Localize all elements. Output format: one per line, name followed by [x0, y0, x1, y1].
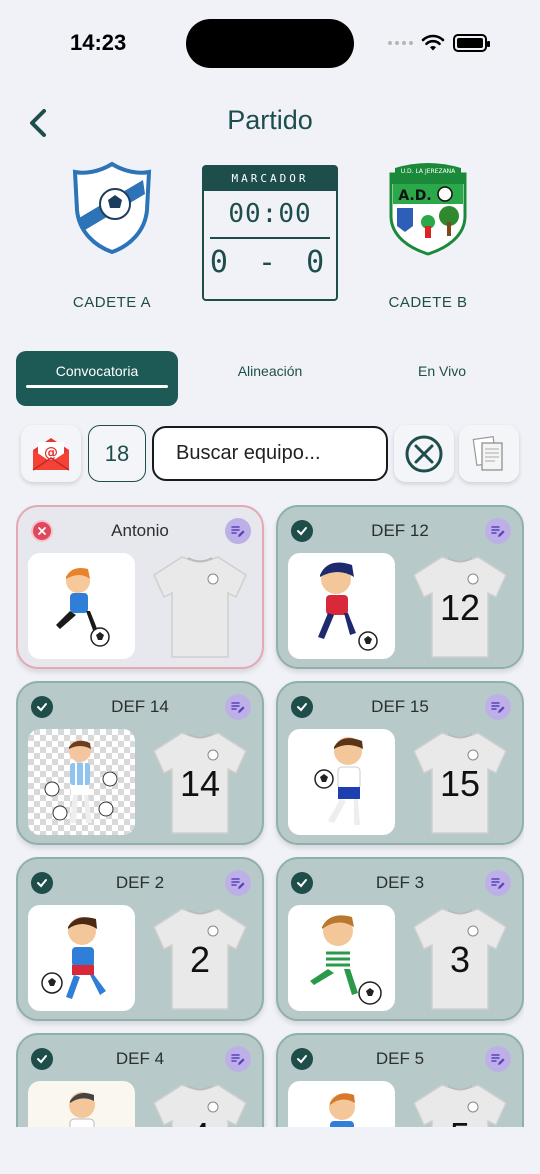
edit-player-button[interactable]	[225, 870, 251, 896]
away-crest-icon: U.D. LA JEREZANA A.D.	[389, 163, 467, 256]
battery-icon	[453, 34, 490, 52]
edit-player-button[interactable]	[485, 694, 511, 720]
search-input[interactable]	[152, 426, 388, 481]
edit-note-icon	[491, 1054, 505, 1065]
edit-note-icon	[491, 878, 505, 889]
player-avatar	[28, 553, 135, 659]
player-grid: Antonio DEF 12 12 DEF 14 14 DEF 15 15 DE…	[16, 505, 524, 1127]
match-score: 0 - 0	[209, 245, 331, 280]
scoreboard: MARCADOR 00:00 0 - 0	[202, 165, 338, 301]
player-avatar	[28, 905, 135, 1011]
copy-list-button[interactable]	[459, 425, 519, 482]
edit-note-icon	[231, 702, 245, 713]
player-card[interactable]: DEF 14 14	[16, 681, 264, 845]
send-email-button[interactable]: @	[21, 425, 81, 482]
player-illustration-icon	[56, 568, 110, 647]
player-card[interactable]: DEF 5 5	[276, 1033, 524, 1127]
jersey-number: 2	[189, 939, 211, 980]
jersey-number: 5	[412, 1115, 508, 1127]
player-illustration-icon	[44, 740, 118, 823]
away-crest-letters: A.D.	[398, 188, 431, 204]
tab-label: Alineación	[237, 362, 303, 379]
signal-icon	[388, 41, 413, 45]
player-illustration-icon	[329, 1093, 355, 1127]
match-summary: CADETE A MARCADOR 00:00 0 - 0 U.D. LA JE…	[0, 160, 540, 320]
email-icon: @	[32, 437, 70, 471]
edit-note-icon	[231, 878, 245, 889]
tab-en-vivo[interactable]: En Vivo	[362, 343, 522, 398]
player-card[interactable]: DEF 12 12	[276, 505, 524, 669]
status-time: 14:23	[70, 30, 127, 55]
jersey-number: 4	[152, 1115, 248, 1127]
edit-note-icon	[491, 526, 505, 537]
tab-active-indicator	[26, 385, 168, 388]
status-icons	[388, 34, 490, 52]
match-tabs: Convocatoria Alineación En Vivo	[16, 351, 524, 406]
player-avatar	[288, 729, 395, 835]
jersey-number: 3	[449, 939, 471, 980]
tab-label: Convocatoria	[55, 362, 139, 379]
player-illustration-icon	[310, 915, 382, 1005]
home-team-name: CADETE A	[72, 294, 152, 311]
player-avatar	[288, 553, 395, 659]
toolbar: @ 18	[0, 425, 540, 483]
dynamic-island	[186, 19, 354, 68]
jersey-number: 12	[439, 587, 481, 628]
status-bar: 14:23	[0, 0, 540, 90]
scoreboard-divider	[210, 237, 330, 239]
player-avatar	[28, 1081, 135, 1127]
player-illustration-icon	[314, 737, 363, 825]
edit-player-button[interactable]	[225, 694, 251, 720]
tab-label: En Vivo	[418, 362, 466, 379]
player-avatar	[28, 729, 135, 835]
tab-convocatoria[interactable]: Convocatoria	[16, 351, 178, 406]
player-count-badge[interactable]: 18	[88, 425, 146, 482]
clear-selection-button[interactable]	[394, 425, 454, 482]
home-crest-icon	[72, 161, 152, 255]
jersey-number: 14	[179, 763, 221, 804]
player-card[interactable]: DEF 15 15	[276, 681, 524, 845]
scoreboard-label: MARCADOR	[204, 167, 336, 191]
documents-icon	[472, 435, 503, 471]
player-avatar	[288, 1081, 395, 1127]
wifi-icon	[421, 34, 445, 51]
header: Partido	[0, 95, 540, 155]
player-illustration-icon	[69, 1092, 95, 1127]
edit-player-button[interactable]	[225, 1046, 251, 1072]
away-crest-caption: U.D. LA JEREZANA	[401, 168, 456, 175]
edit-player-button[interactable]	[485, 870, 511, 896]
jersey-number: 15	[439, 763, 481, 804]
player-card[interactable]: DEF 4 4	[16, 1033, 264, 1127]
player-illustration-icon	[41, 917, 106, 999]
player-card[interactable]: DEF 2 2	[16, 857, 264, 1021]
player-card[interactable]: Antonio	[16, 505, 264, 669]
player-avatar	[288, 905, 395, 1011]
player-illustration-icon	[318, 562, 378, 651]
jersey-icon	[153, 556, 247, 658]
away-team-name: CADETE B	[388, 294, 468, 311]
tab-alineacion[interactable]: Alineación	[186, 343, 354, 398]
bottom-area	[0, 1127, 540, 1174]
edit-player-button[interactable]	[485, 518, 511, 544]
away-team[interactable]: U.D. LA JEREZANA A.D. CADETE B	[348, 160, 508, 311]
close-circle-icon	[405, 435, 443, 472]
edit-note-icon	[231, 526, 245, 537]
edit-note-icon	[491, 702, 505, 713]
edit-player-button[interactable]	[485, 1046, 511, 1072]
page-title: Partido	[227, 105, 313, 135]
home-team[interactable]: CADETE A	[32, 160, 192, 311]
player-card[interactable]: DEF 3 3	[276, 857, 524, 1021]
edit-note-icon	[231, 1054, 245, 1065]
match-clock: 00:00	[228, 199, 312, 229]
edit-player-button[interactable]	[225, 518, 251, 544]
